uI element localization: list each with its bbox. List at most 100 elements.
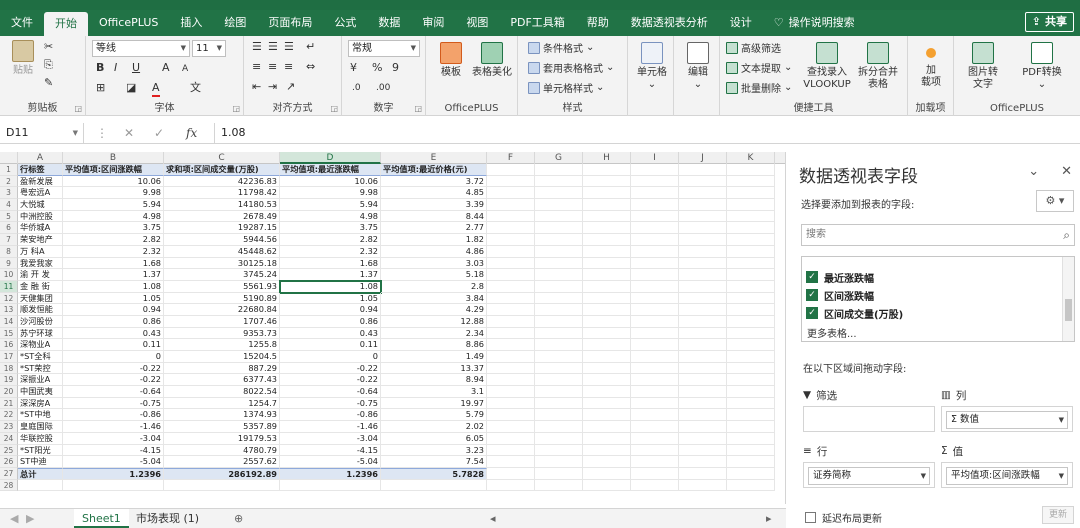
empty-cell[interactable] — [487, 339, 535, 351]
empty-cell[interactable] — [679, 164, 727, 176]
empty-cell[interactable] — [727, 269, 775, 281]
tab-data[interactable]: 数据 — [367, 10, 411, 36]
empty-cell[interactable] — [583, 269, 631, 281]
share-button[interactable]: ⇪ 共享 — [1024, 12, 1074, 32]
table-cell[interactable]: 2.82 — [280, 234, 381, 246]
table-cell[interactable] — [164, 479, 280, 492]
table-cell[interactable]: ST中迪 — [18, 456, 63, 468]
empty-cell[interactable] — [487, 409, 535, 422]
empty-cell[interactable] — [487, 257, 535, 270]
empty-cell[interactable] — [727, 327, 775, 340]
empty-cell[interactable] — [535, 327, 583, 340]
wrap-text-icon[interactable]: ↵ — [306, 40, 315, 54]
empty-cell[interactable] — [535, 304, 583, 316]
table-cell[interactable]: *ST阳光 — [18, 444, 63, 457]
row-header[interactable]: 23 — [0, 421, 18, 433]
empty-cell[interactable] — [631, 421, 679, 433]
empty-cell[interactable] — [727, 432, 775, 445]
empty-cell[interactable] — [535, 245, 583, 258]
table-cell[interactable]: 45448.62 — [164, 245, 280, 258]
table-cell[interactable]: 行标签 — [18, 164, 63, 176]
empty-cell[interactable] — [679, 245, 727, 258]
empty-cell[interactable] — [535, 397, 583, 410]
empty-cell[interactable] — [535, 421, 583, 433]
table-cell[interactable] — [18, 479, 63, 492]
empty-cell[interactable] — [535, 175, 583, 188]
row-header[interactable]: 28 — [0, 479, 18, 492]
table-cell[interactable] — [280, 479, 381, 492]
empty-cell[interactable] — [631, 280, 679, 293]
table-cell[interactable]: 6377.43 — [164, 374, 280, 387]
empty-cell[interactable] — [583, 362, 631, 375]
row-header[interactable]: 8 — [0, 245, 18, 258]
empty-cell[interactable] — [631, 351, 679, 363]
empty-cell[interactable] — [487, 456, 535, 468]
table-cell[interactable]: 10.06 — [280, 175, 381, 188]
font-size-select[interactable]: 11 ▼ — [192, 40, 226, 57]
addins-button[interactable]: 加 载项 — [914, 44, 948, 89]
empty-cell[interactable] — [631, 409, 679, 422]
empty-cell[interactable] — [583, 351, 631, 363]
table-cell[interactable]: 19287.15 — [164, 222, 280, 235]
empty-cell[interactable] — [679, 175, 727, 188]
increase-decimal-icon[interactable]: .0 — [352, 81, 361, 95]
table-cell[interactable]: 1.2396 — [63, 467, 164, 480]
bold-button[interactable]: B — [96, 61, 104, 75]
empty-cell[interactable] — [583, 397, 631, 410]
empty-cell[interactable] — [583, 257, 631, 270]
empty-cell[interactable] — [631, 164, 679, 176]
row-header[interactable]: 2 — [0, 175, 18, 188]
column-header-b[interactable]: B — [63, 152, 164, 164]
table-cell[interactable]: *ST荣控 — [18, 362, 63, 375]
table-cell[interactable]: 天健集团 — [18, 292, 63, 305]
table-cell[interactable]: -0.22 — [280, 374, 381, 387]
row-field-pill[interactable]: 证券简称 ▼ — [808, 467, 930, 485]
column-header-j[interactable]: J — [679, 152, 727, 164]
hscroll-right-icon[interactable]: ▸ — [758, 509, 780, 528]
empty-cell[interactable] — [487, 351, 535, 363]
table-cell[interactable]: 5.79 — [381, 409, 487, 422]
empty-cell[interactable] — [679, 374, 727, 387]
empty-cell[interactable] — [583, 222, 631, 235]
empty-cell[interactable] — [583, 456, 631, 468]
table-cell[interactable]: 1.37 — [280, 269, 381, 281]
table-cell[interactable]: -0.86 — [280, 409, 381, 422]
empty-cell[interactable] — [679, 315, 727, 328]
format-as-table-button[interactable]: 套用表格格式 ⌄ — [528, 60, 614, 75]
values-drop-zone[interactable]: 平均值项:区间涨跌幅 ▼ — [941, 462, 1073, 488]
table-cell[interactable]: 我爱我家 — [18, 257, 63, 270]
row-header[interactable]: 5 — [0, 210, 18, 223]
formula-input[interactable]: 1.08 — [214, 123, 774, 143]
checkbox-checked-icon[interactable]: ✓ — [806, 307, 818, 319]
row-header[interactable]: 21 — [0, 397, 18, 410]
active-cell[interactable]: 1.08 — [279, 279, 382, 294]
table-beautify-button[interactable]: 表格美化 — [470, 42, 514, 79]
table-cell[interactable]: 金 融 街 — [18, 280, 63, 293]
defer-layout-update[interactable]: 延迟布局更新 — [805, 510, 882, 525]
empty-cell[interactable] — [535, 374, 583, 387]
update-button[interactable]: 更新 — [1042, 506, 1074, 524]
align-bottom-icon[interactable]: ☰ — [284, 40, 294, 54]
table-cell[interactable]: -0.64 — [280, 386, 381, 398]
table-cell[interactable]: 华侨城A — [18, 222, 63, 235]
cancel-icon[interactable]: ✕ — [124, 123, 134, 143]
table-cell[interactable]: 顺发恒能 — [18, 304, 63, 316]
table-cell[interactable]: 4.85 — [381, 187, 487, 200]
grow-font-button[interactable]: A — [162, 61, 170, 75]
column-header-e[interactable]: E — [381, 152, 487, 164]
table-cell[interactable]: 皇庭国际 — [18, 421, 63, 433]
empty-cell[interactable] — [631, 210, 679, 223]
sheet-tab-market[interactable]: 市场表现 (1) — [128, 509, 207, 528]
table-cell[interactable]: 286192.89 — [164, 467, 280, 480]
table-cell[interactable]: 4.98 — [63, 210, 164, 223]
row-header[interactable]: 24 — [0, 432, 18, 445]
empty-cell[interactable] — [679, 444, 727, 457]
empty-cell[interactable] — [487, 164, 535, 176]
row-header[interactable]: 25 — [0, 444, 18, 457]
empty-cell[interactable] — [583, 315, 631, 328]
table-cell[interactable]: 苏宁环球 — [18, 327, 63, 340]
text-extract-button[interactable]: 文本提取 ⌄ — [726, 60, 792, 75]
align-middle-icon[interactable]: ☰ — [268, 40, 278, 54]
tab-page-layout[interactable]: 页面布局 — [257, 10, 323, 36]
empty-cell[interactable] — [583, 199, 631, 211]
